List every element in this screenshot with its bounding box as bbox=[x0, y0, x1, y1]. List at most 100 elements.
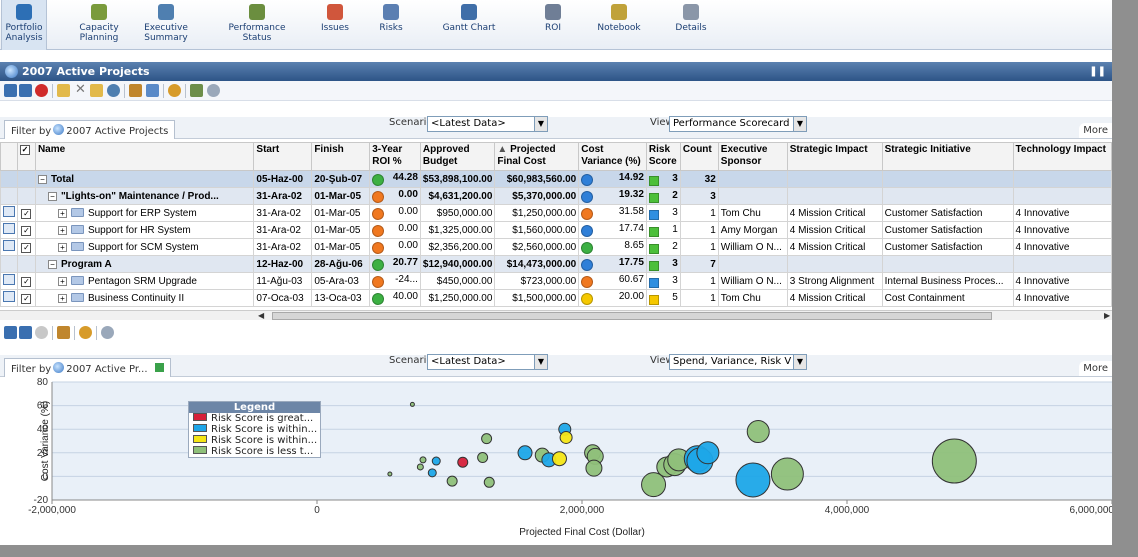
more-link[interactable]: More bbox=[1079, 361, 1112, 376]
row-name[interactable]: − Program A bbox=[34, 255, 255, 273]
open-project-icon[interactable] bbox=[3, 240, 15, 251]
collapse-icon[interactable]: − bbox=[37, 174, 47, 184]
table-row[interactable]: ✓ + Business Continuity II 07-Oca-03 13-Oca-… bbox=[0, 289, 1112, 307]
column-header[interactable]: Risk Score bbox=[645, 142, 681, 171]
save-as-icon[interactable] bbox=[19, 326, 32, 339]
table-row[interactable]: − Total 05-Haz-00 20-Şub-07 44.28 $53,898,100… bbox=[0, 170, 1112, 188]
find-icon[interactable] bbox=[79, 326, 92, 339]
expand-icon[interactable]: + bbox=[57, 208, 67, 218]
table-row[interactable]: ✓ + Pentagon SRM Upgrade 11-Ağu-03 05-Ara-03… bbox=[0, 272, 1112, 290]
column-header[interactable]: Executive Sponsor bbox=[717, 142, 788, 171]
nav-item-7[interactable]: ROI bbox=[530, 0, 576, 50]
report-icon[interactable] bbox=[190, 84, 203, 97]
row-name[interactable]: + Support for ERP System bbox=[34, 204, 255, 222]
panel-options-icon[interactable]: ❚❚ bbox=[1089, 62, 1106, 81]
row-checkbox[interactable]: ✓ bbox=[21, 225, 32, 236]
edit-icon[interactable] bbox=[90, 84, 103, 97]
row-name[interactable]: − Total bbox=[34, 170, 255, 188]
chevron-down-icon[interactable]: ▼ bbox=[534, 117, 547, 131]
scroll-right-icon[interactable]: ▶ bbox=[1104, 311, 1110, 320]
chevron-down-icon[interactable]: ▼ bbox=[793, 355, 806, 369]
column-header[interactable]: Technology Impact bbox=[1012, 142, 1112, 171]
table-row[interactable]: ✓ + Support for ERP System 31-Ara-02 01-Mar-… bbox=[0, 204, 1112, 222]
horizontal-scrollbar[interactable]: ◀ ▶ bbox=[0, 310, 1112, 320]
column-header[interactable]: Start bbox=[253, 142, 313, 171]
expand-icon[interactable]: + bbox=[57, 242, 67, 252]
chart-icon[interactable] bbox=[129, 84, 142, 97]
nav-item-3[interactable]: Performance Status bbox=[225, 0, 289, 50]
tech-cell bbox=[1012, 187, 1112, 205]
save-icon[interactable] bbox=[4, 84, 17, 97]
scenario-icon[interactable] bbox=[107, 84, 120, 97]
table-row[interactable]: − Program A 12-Haz-00 28-Ağu-06 20.77 $12,940… bbox=[0, 255, 1112, 273]
select-all-checkbox[interactable]: ✓ bbox=[20, 145, 30, 155]
row-checkbox[interactable]: ✓ bbox=[21, 242, 32, 253]
nav-item-8[interactable]: Notebook bbox=[592, 0, 646, 50]
row-name[interactable]: + Support for HR System bbox=[34, 221, 255, 239]
scenario-select[interactable]: <Latest Data> ▼ bbox=[427, 116, 548, 132]
expand-icon[interactable]: + bbox=[57, 293, 67, 303]
cancel-icon[interactable] bbox=[35, 326, 48, 339]
cost-cell: $14,473,000.00 bbox=[494, 255, 580, 273]
filter-tab[interactable]: Filter by 2007 Active Projects bbox=[4, 120, 176, 139]
nav-item-2[interactable]: Executive Summary bbox=[135, 0, 197, 50]
column-header[interactable]: Finish bbox=[311, 142, 371, 171]
nav-item-4[interactable]: Issues bbox=[312, 0, 358, 50]
open-project-icon[interactable] bbox=[3, 223, 15, 234]
row-name[interactable]: + Business Continuity II bbox=[34, 289, 255, 307]
open-project-icon[interactable] bbox=[3, 206, 15, 217]
scrollbar-thumb[interactable] bbox=[272, 312, 992, 320]
nav-item-6[interactable]: Gantt Chart bbox=[434, 0, 504, 50]
collapse-icon[interactable]: − bbox=[47, 191, 57, 201]
cancel-icon[interactable] bbox=[35, 84, 48, 97]
view-select[interactable]: Spend, Variance, Risk V ▼ bbox=[669, 354, 807, 370]
expand-icon[interactable]: + bbox=[57, 276, 67, 286]
row-checkbox[interactable]: ✓ bbox=[21, 208, 32, 219]
hierarchy-icon[interactable] bbox=[154, 363, 164, 372]
nav-item-5[interactable]: Risks bbox=[368, 0, 414, 50]
row-name[interactable]: − "Lights-on" Maintenance / Prod... bbox=[34, 187, 255, 205]
row-checkbox[interactable]: ✓ bbox=[21, 276, 32, 287]
row-name[interactable]: + Support for SCM System bbox=[34, 238, 255, 256]
scroll-left-icon[interactable]: ◀ bbox=[258, 311, 264, 320]
find-icon[interactable] bbox=[168, 84, 181, 97]
column-header[interactable]: Count bbox=[679, 142, 719, 171]
column-header[interactable]: Approved Budget bbox=[419, 142, 496, 171]
column-header[interactable]: 3-Year ROI % bbox=[369, 142, 421, 171]
expand-icon[interactable]: + bbox=[57, 225, 67, 235]
column-header[interactable]: Cost Variance (%) bbox=[578, 142, 647, 171]
column-header[interactable]: Name bbox=[34, 142, 255, 171]
grid-toolbar: ✕ bbox=[0, 81, 1112, 101]
new-item-icon[interactable] bbox=[57, 84, 70, 97]
column-header[interactable]: Strategic Impact bbox=[786, 142, 883, 171]
export-icon[interactable] bbox=[146, 84, 159, 97]
filter-tab[interactable]: Filter by 2007 Active Pr... bbox=[4, 358, 171, 377]
table-row[interactable]: ✓ + Support for SCM System 31-Ara-02 01-Mar-… bbox=[0, 238, 1112, 256]
row-checkbox[interactable]: ✓ bbox=[21, 293, 32, 304]
nav-item-1[interactable]: Capacity Planning bbox=[69, 0, 129, 50]
row-name[interactable]: + Pentagon SRM Upgrade bbox=[34, 272, 255, 290]
chevron-down-icon[interactable]: ▼ bbox=[793, 117, 806, 131]
more-link[interactable]: More bbox=[1079, 123, 1112, 138]
count-cell: 1 bbox=[679, 221, 719, 239]
nav-item-9[interactable]: Details bbox=[668, 0, 714, 50]
open-project-icon[interactable] bbox=[3, 274, 15, 285]
table-row[interactable]: − "Lights-on" Maintenance / Prod... 31-Ara… bbox=[0, 187, 1112, 205]
zoom-icon[interactable] bbox=[101, 326, 114, 339]
column-header[interactable]: Strategic Initiative bbox=[881, 142, 1014, 171]
column-header[interactable]: ▲ Projected Final Cost bbox=[494, 142, 580, 171]
start-cell: 05-Haz-00 bbox=[253, 170, 313, 188]
open-project-icon[interactable] bbox=[3, 291, 15, 302]
scenario-select[interactable]: <Latest Data> ▼ bbox=[427, 354, 548, 370]
chart-icon[interactable] bbox=[57, 326, 70, 339]
save-as-icon[interactable] bbox=[19, 84, 32, 97]
save-icon[interactable] bbox=[4, 326, 17, 339]
delete-icon[interactable]: ✕ bbox=[74, 83, 87, 97]
view-select[interactable]: Performance Scorecard ▼ bbox=[669, 116, 807, 132]
nav-item-0[interactable]: Portfolio Analysis bbox=[1, 0, 47, 50]
roi-cell: 0.00 bbox=[369, 238, 421, 256]
chevron-down-icon[interactable]: ▼ bbox=[534, 355, 547, 369]
table-row[interactable]: ✓ + Support for HR System 31-Ara-02 01-Mar-0… bbox=[0, 221, 1112, 239]
zoom-icon[interactable] bbox=[207, 84, 220, 97]
collapse-icon[interactable]: − bbox=[47, 259, 57, 269]
